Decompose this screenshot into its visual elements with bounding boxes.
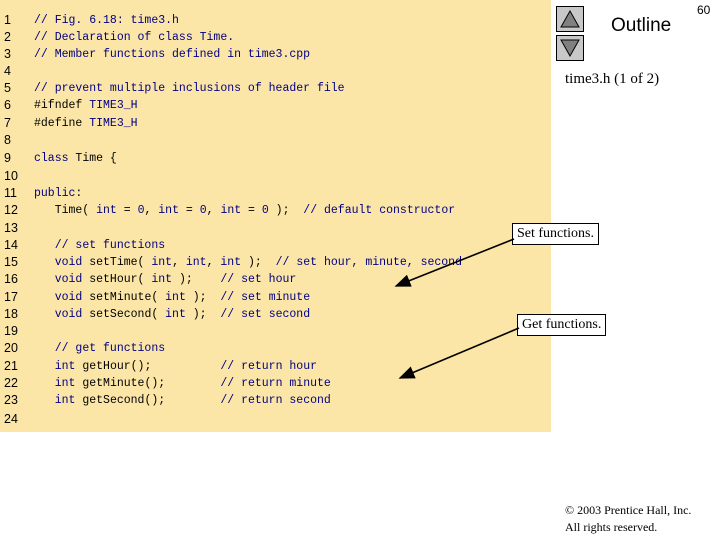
callout-arrows <box>394 238 520 379</box>
get-functions-arrow <box>398 327 520 379</box>
copyright-line: © 2003 Prentice Hall, Inc. <box>565 503 692 517</box>
copyright-notice: © 2003 Prentice Hall, Inc. All rights re… <box>565 502 691 536</box>
set-functions-arrow <box>394 238 515 287</box>
rights-line: All rights reserved. <box>565 520 658 534</box>
